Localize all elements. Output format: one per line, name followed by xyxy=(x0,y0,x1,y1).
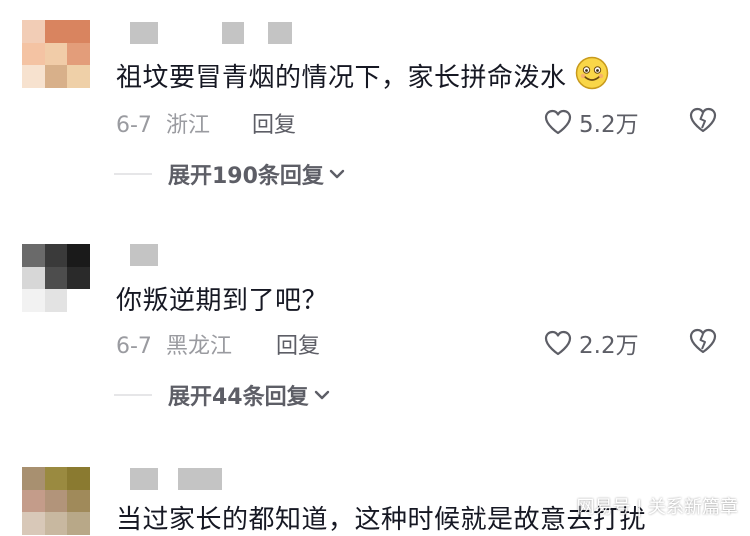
reply-button[interactable]: 回复 xyxy=(252,107,296,139)
smiling-face-emoji xyxy=(575,56,609,97)
username[interactable] xyxy=(130,468,230,490)
like-button[interactable]: 5.2万 xyxy=(543,105,639,139)
comment-meta: 6-7 黑龙江 xyxy=(116,328,232,360)
avatar[interactable] xyxy=(22,244,90,312)
heart-outline-icon xyxy=(544,330,572,356)
expand-replies-label: 展开190条回复 xyxy=(168,164,324,189)
divider-line xyxy=(114,394,152,396)
dislike-button[interactable] xyxy=(688,327,718,359)
dislike-button[interactable] xyxy=(688,106,718,138)
expand-replies-button[interactable]: 展开44条回复 xyxy=(114,379,331,411)
comment-date: 6-7 xyxy=(116,113,152,138)
chevron-down-icon xyxy=(329,169,345,179)
expand-replies-label: 展开44条回复 xyxy=(168,385,309,410)
comment-text: 祖坟要冒青烟的情况下，家长拼命泼水 xyxy=(116,56,609,97)
like-count: 2.2万 xyxy=(579,333,639,359)
comment-item: 你叛逆期到了吧？ 6-7 黑龙江 回复 2.2万 展开44条回复 xyxy=(0,230,750,430)
expand-replies-button[interactable]: 展开190条回复 xyxy=(114,158,346,190)
username[interactable] xyxy=(130,22,310,44)
divider-line xyxy=(114,173,152,175)
watermark: 网易号 | 关系新篇章 xyxy=(576,497,738,518)
like-count: 5.2万 xyxy=(579,112,639,138)
broken-heart-icon xyxy=(689,107,717,133)
comment-text: 当过家长的都知道，这种时候就是故意去打扰 xyxy=(116,505,647,535)
comment-text: 你叛逆期到了吧？ xyxy=(116,286,329,316)
avatar[interactable] xyxy=(22,20,90,88)
reply-button[interactable]: 回复 xyxy=(276,328,320,360)
like-button[interactable]: 2.2万 xyxy=(543,326,639,360)
comment-region: 浙江 xyxy=(165,113,210,138)
comment-region: 黑龙江 xyxy=(165,334,232,359)
comment-meta: 6-7 浙江 xyxy=(116,107,210,139)
username[interactable] xyxy=(130,244,190,266)
broken-heart-icon xyxy=(689,328,717,354)
chevron-down-icon xyxy=(314,390,329,400)
comment-date: 6-7 xyxy=(116,334,152,359)
comment-item: 祖坟要冒青烟的情况下，家长拼命泼水 6-7 浙江 回复 5.2万 展开190条回… xyxy=(0,0,750,200)
heart-outline-icon xyxy=(544,109,572,135)
